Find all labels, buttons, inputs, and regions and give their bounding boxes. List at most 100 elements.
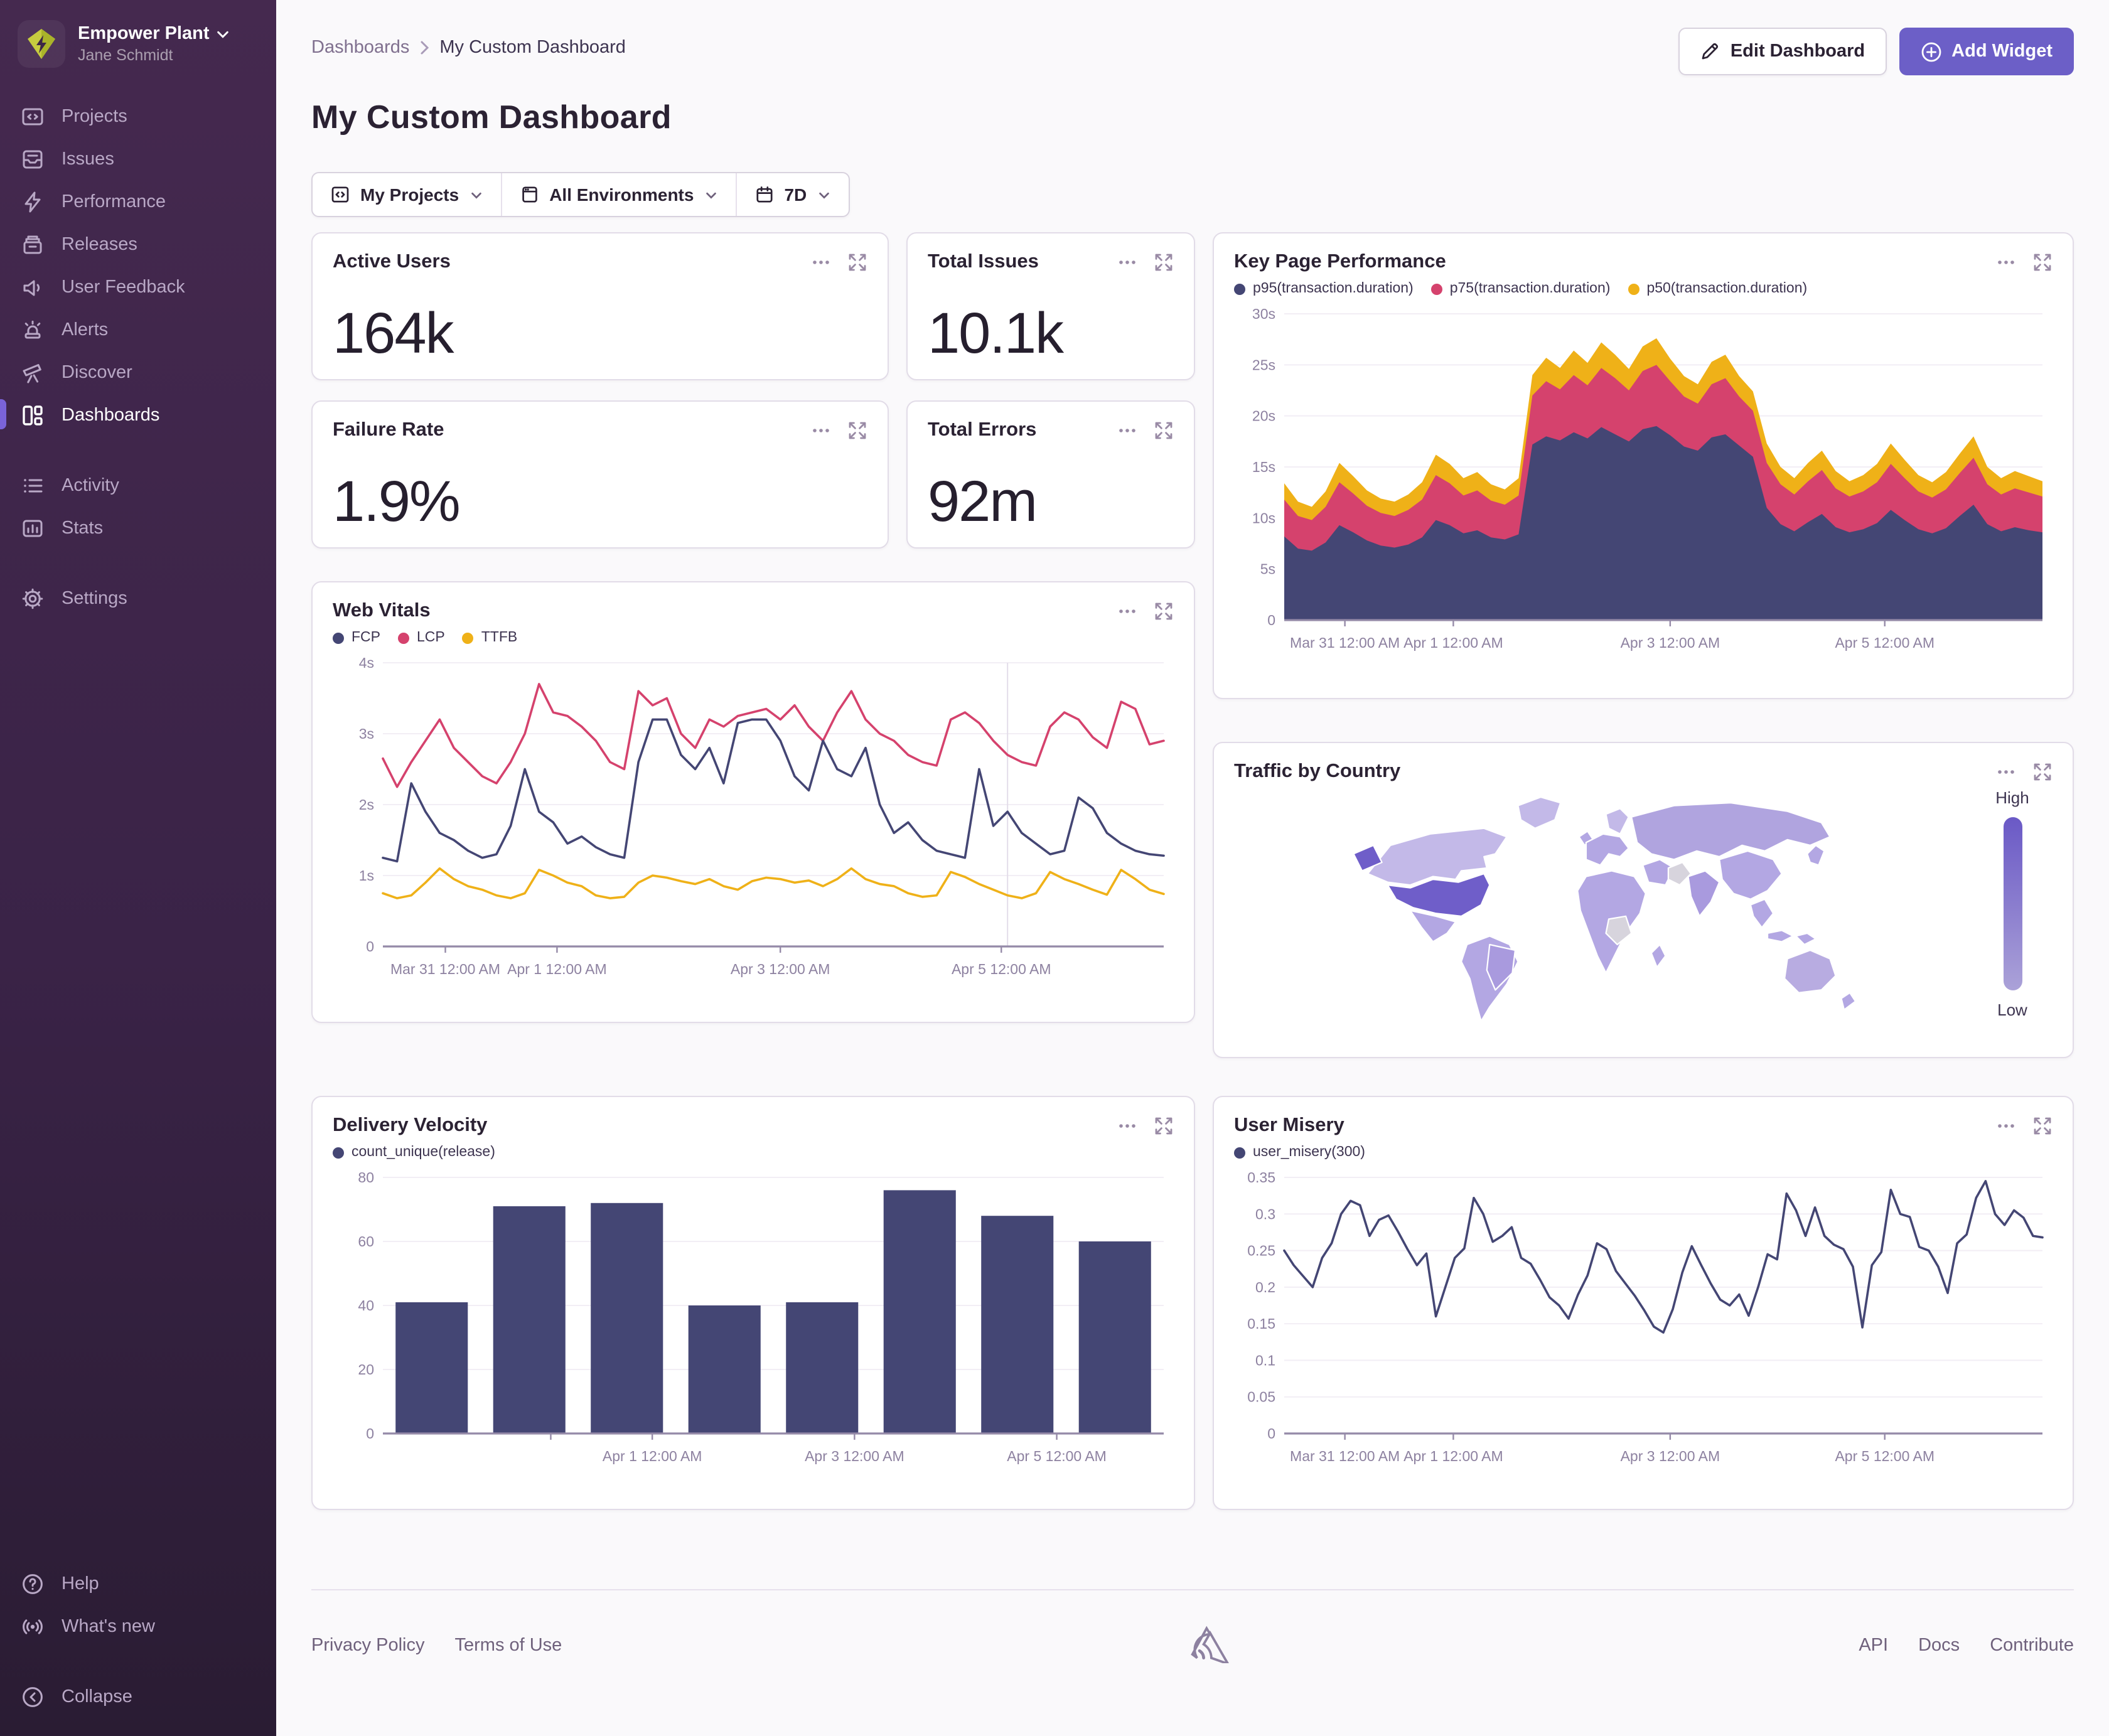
svg-text:Apr 1 12:00 AM: Apr 1 12:00 AM [603, 1448, 702, 1464]
legend-item: FCP [333, 630, 380, 645]
map-legend: High Low [1972, 786, 2053, 1027]
dashboard-grid: Active Users 164k Total Issues 10.1k Fai… [311, 232, 2074, 1515]
svg-text:0.05: 0.05 [1247, 1389, 1275, 1405]
sidebar-item-issues[interactable]: Issues [0, 138, 276, 181]
widget-menu-icon[interactable] [1116, 1115, 1139, 1137]
sidebar-item-stats[interactable]: Stats [0, 507, 276, 550]
project-filter[interactable]: My Projects [313, 173, 500, 216]
sidebar-item-collapse[interactable]: Collapse [0, 1676, 276, 1718]
docs-link[interactable]: Docs [1918, 1636, 1960, 1656]
svg-text:Mar 31 12:00 AM: Mar 31 12:00 AM [1290, 1448, 1400, 1464]
alerts-icon [20, 318, 45, 343]
delivery-velocity-chart[interactable]: 0 20 40 60 80 Apr 1 12:00 AM Apr 3 12:00 AM Apr… [333, 1165, 1174, 1466]
widget-expand-icon[interactable] [847, 252, 867, 272]
add-widget-button[interactable]: Add Widget [1899, 28, 2074, 75]
org-switcher[interactable]: Empower Plant Jane Schmidt [0, 0, 276, 90]
widget-expand-icon[interactable] [1154, 1116, 1174, 1136]
widget-expand-icon[interactable] [1154, 601, 1174, 621]
svg-text:Apr 3 12:00 AM: Apr 3 12:00 AM [731, 961, 830, 977]
sidebar-item-discover[interactable]: Discover [0, 351, 276, 394]
country-russia [1631, 801, 1831, 860]
widget-expand-icon[interactable] [2032, 252, 2053, 272]
svg-text:Apr 3 12:00 AM: Apr 3 12:00 AM [1621, 635, 1720, 651]
user-feedback-icon [20, 275, 45, 300]
widget-failure-rate: Failure Rate 1.9% [311, 400, 889, 549]
web-vitals-chart[interactable]: 0 1s 2s 3s 4s Mar 31 12:00 AM Apr 1 12:00 AM Ap… [333, 650, 1174, 979]
svg-text:40: 40 [358, 1297, 374, 1314]
svg-text:60: 60 [358, 1233, 374, 1250]
contribute-link[interactable]: Contribute [1990, 1636, 2074, 1656]
sidebar-item-activity[interactable]: Activity [0, 464, 276, 507]
widget-menu-icon[interactable] [1995, 251, 2017, 274]
svg-text:2s: 2s [359, 796, 374, 813]
widget-menu-icon[interactable] [1995, 1115, 2017, 1137]
sentry-logo[interactable] [1189, 1623, 1232, 1668]
environment-filter-label: All Environments [549, 185, 694, 205]
widget-menu-icon[interactable] [810, 251, 832, 274]
country-indonesia-east [1795, 932, 1817, 946]
widget-menu-icon[interactable] [810, 419, 832, 442]
page-footer: Privacy Policy Terms of Use API Docs Con… [311, 1589, 2074, 1668]
main-content: Dashboards My Custom Dashboard Edit Dash… [276, 0, 2109, 1736]
widget-expand-icon[interactable] [2032, 1116, 2053, 1136]
discover-icon [20, 360, 45, 385]
svg-text:0.1: 0.1 [1255, 1352, 1275, 1368]
legend-dot [1430, 283, 1442, 294]
svg-text:4s: 4s [359, 655, 374, 671]
filter-bar: My Projects All Environments 7D [311, 172, 850, 217]
releases-icon [20, 232, 45, 257]
widget-title: Active Users [333, 251, 451, 272]
org-logo [18, 20, 65, 68]
sidebar-item-help[interactable]: Help [0, 1563, 276, 1605]
widget-expand-icon[interactable] [1154, 252, 1174, 272]
sidebar-item-whats-new[interactable]: What's new [0, 1605, 276, 1648]
terms-of-use-link[interactable]: Terms of Use [455, 1636, 562, 1656]
svg-text:80: 80 [358, 1169, 374, 1186]
sidebar-item-label: Issues [62, 149, 114, 169]
sidebar-item-dashboards[interactable]: Dashboards [0, 394, 276, 437]
key-page-performance-chart[interactable]: 0 5s 10s 15s 20s 25s 30s Mar 31 12:00 AM Apr 1 1… [1234, 301, 2053, 653]
widget-menu-icon[interactable] [1116, 251, 1139, 274]
org-user: Jane Schmidt [78, 46, 173, 64]
sidebar-item-user-feedback[interactable]: User Feedback [0, 266, 276, 309]
widget-menu-icon[interactable] [1116, 600, 1139, 623]
sentry-logo-icon [1191, 1626, 1231, 1666]
country-se-asia [1749, 898, 1774, 929]
legend-dot [1234, 283, 1245, 294]
svg-text:25s: 25s [1252, 356, 1275, 373]
world-map[interactable] [1234, 786, 1972, 1027]
widget-expand-icon[interactable] [1154, 421, 1174, 441]
activity-icon [20, 473, 45, 498]
svg-text:Mar 31 12:00 AM: Mar 31 12:00 AM [1290, 635, 1400, 651]
date-range-filter[interactable]: 7D [735, 173, 848, 216]
world-map-svg [1353, 796, 1857, 1022]
widget-web-vitals: Web Vitals FCP LCP TTFB 0 1s 2s 3s 4s Mar 31 … [311, 581, 1195, 1023]
privacy-policy-link[interactable]: Privacy Policy [311, 1636, 425, 1656]
breadcrumb: Dashboards My Custom Dashboard [311, 28, 626, 58]
environment-filter[interactable]: All Environments [500, 173, 735, 216]
topbar: Dashboards My Custom Dashboard Edit Dash… [311, 28, 2074, 75]
api-link[interactable]: API [1859, 1636, 1888, 1656]
svg-text:Apr 3 12:00 AM: Apr 3 12:00 AM [805, 1448, 904, 1464]
country-greenland [1517, 796, 1562, 829]
widget-title: Total Issues [928, 251, 1039, 272]
sidebar-item-performance[interactable]: Performance [0, 181, 276, 223]
edit-dashboard-button[interactable]: Edit Dashboard [1678, 28, 1887, 75]
sidebar-item-label: Releases [62, 235, 137, 255]
sidebar-item-alerts[interactable]: Alerts [0, 309, 276, 351]
breadcrumb-dashboards[interactable]: Dashboards [311, 38, 409, 58]
country-iran [1667, 861, 1692, 886]
widget-expand-icon[interactable] [2032, 762, 2053, 782]
widget-menu-icon[interactable] [1995, 761, 2017, 783]
user-misery-chart[interactable]: 0 0.05 0.1 0.15 0.2 0.25 0.3 0.35 Mar 31 12:00 A… [1234, 1165, 2053, 1466]
widget-delivery-velocity: Delivery Velocity count_unique(release) … [311, 1096, 1195, 1510]
sidebar-item-releases[interactable]: Releases [0, 223, 276, 266]
widget-expand-icon[interactable] [847, 421, 867, 441]
legend-label: p95(transaction.duration) [1253, 281, 1414, 296]
dashboards-icon [20, 403, 45, 428]
sidebar-item-settings[interactable]: Settings [0, 577, 276, 620]
svg-text:Apr 5 12:00 AM: Apr 5 12:00 AM [1007, 1448, 1107, 1464]
widget-menu-icon[interactable] [1116, 419, 1139, 442]
nav-divider [0, 550, 276, 577]
sidebar-item-projects[interactable]: Projects [0, 95, 276, 138]
